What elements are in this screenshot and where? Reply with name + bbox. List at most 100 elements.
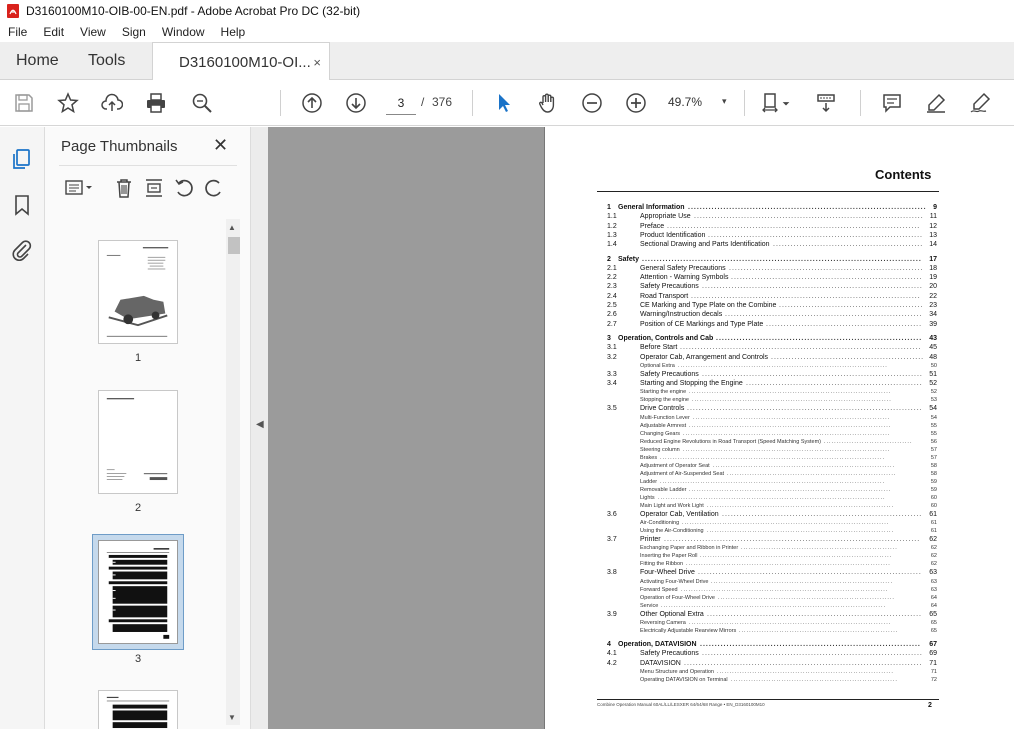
tab-home[interactable]: Home [16, 42, 59, 80]
toc-entry-page: 20 [929, 283, 937, 291]
toc-entry[interactable]: 2.7 Position of CE Markings and Type Plat… [607, 320, 937, 329]
page-fit-chevron-icon[interactable] [780, 91, 792, 115]
title-bar: D3160100M10-OIB-00-EN.pdf - Adobe Acroba… [0, 0, 1014, 22]
select-cursor-icon[interactable] [492, 91, 516, 115]
toc-leader-dots: ........................................… [684, 659, 923, 667]
document-viewport[interactable]: Contents 1 General Information...........… [268, 127, 1014, 729]
menu-view[interactable]: View [72, 25, 114, 39]
bookmark-icon[interactable] [10, 193, 34, 217]
panel-close-button[interactable]: ✕ [213, 135, 228, 156]
toc-entry[interactable]: 2.3 Safety Precautions...................… [607, 282, 937, 291]
toc-entry-title: Operator Cab, Arrangement and Controls [640, 353, 769, 361]
toc-entry[interactable]: 2.4 Road Transport.......................… [607, 292, 937, 301]
sign-pen-icon[interactable] [968, 91, 992, 115]
page-thumbnail-2[interactable] [98, 390, 178, 494]
toc-entry[interactable]: 3.5 Drive Controls.......................… [607, 404, 937, 413]
page-thumbnails-icon[interactable] [10, 147, 34, 171]
toc-entry[interactable]: 4 Operation, DATAVISION..................… [607, 640, 937, 649]
thumbnail-preview-contents [106, 548, 170, 639]
toc-leader-dots: ........................................… [691, 292, 921, 300]
toc-entry-number: 4 [607, 640, 611, 648]
previous-page-icon[interactable] [300, 91, 324, 115]
toc-entry[interactable]: 2.1 General Safety Precautions...........… [607, 264, 937, 273]
toc-entry-page: 23 [929, 302, 937, 309]
toc-entry[interactable]: 3.8 Four-Wheel Drive.....................… [607, 568, 937, 577]
toc-leader-dots: ........................................… [700, 640, 921, 648]
toc-entry[interactable]: 1 General Information....................… [607, 203, 937, 212]
tab-document[interactable]: D3160100M10-OI... × [152, 42, 330, 81]
toc-entry[interactable]: Electrically Adjustable Rearview Mirrors… [607, 627, 937, 636]
tab-tools[interactable]: Tools [88, 42, 125, 80]
bookmark-star-icon[interactable] [56, 91, 80, 115]
tab-close-button[interactable]: × [313, 55, 321, 70]
toc-entry[interactable]: 3.7 Printer..............................… [607, 535, 937, 544]
options-menu-icon[interactable] [59, 176, 99, 200]
toc-entry[interactable]: 2.2 Attention - Warning Symbols..........… [607, 273, 937, 282]
toc-entry-page: 39 [929, 320, 937, 328]
toc-entry-number: 2.3 [607, 283, 617, 291]
toc-entry[interactable]: 1.3 Product Identification...............… [607, 231, 937, 240]
delete-trash-icon[interactable] [109, 176, 139, 200]
rotate-clockwise-icon[interactable] [199, 176, 229, 200]
zoom-out-icon[interactable] [580, 91, 604, 115]
comment-icon[interactable] [880, 91, 904, 115]
toc-entry[interactable]: 1.2 Preface..............................… [607, 222, 937, 231]
toc-entry-title: General Safety Precautions [640, 264, 726, 272]
highlight-pen-icon[interactable] [924, 91, 948, 115]
toc-entry-number: 4.1 [607, 650, 617, 658]
toc-entry[interactable]: 3.4 Starting and Stopping the Engine.....… [607, 379, 937, 388]
page-thumbnail-1[interactable] [98, 240, 178, 344]
menu-help[interactable]: Help [213, 25, 254, 39]
toc-entry[interactable]: 1.1 Appropriate Use......................… [607, 212, 937, 221]
toc-entry[interactable]: 1.4 Sectional Drawing and Parts Identific… [607, 240, 937, 249]
page-number-input[interactable]: 3 [386, 91, 416, 115]
menu-edit[interactable]: Edit [35, 25, 72, 39]
toc-leader-dots: ........................................… [680, 344, 922, 352]
toc-leader-dots: ........................................… [779, 302, 924, 309]
toc-entry[interactable]: 2.5 CE Marking and Type Plate on the Comb… [607, 301, 937, 310]
insert-page-icon[interactable] [139, 176, 169, 200]
save-icon[interactable] [12, 91, 36, 115]
toc-entry[interactable]: 3.9 Other Optional Extra.................… [607, 610, 937, 619]
toc-entry[interactable]: 3.1 Before Start.........................… [607, 343, 937, 352]
page-thumbnail-3-selected[interactable] [92, 534, 184, 650]
thumbnail-scrollbar[interactable] [226, 219, 240, 725]
scrollbar-thumb[interactable] [228, 237, 240, 254]
toc-entry-page: 34 [929, 311, 937, 319]
toc-leader-dots: ........................................… [694, 213, 924, 221]
toc-entry-number: 2.5 [607, 302, 617, 309]
toc-entry[interactable]: 3 Operation, Controls and Cab............… [607, 334, 937, 343]
toc-entry[interactable]: 2.6 Warning/Instruction decals...........… [607, 310, 937, 319]
hand-tool-icon[interactable] [536, 91, 560, 115]
toc-entry-page: 43 [929, 334, 937, 342]
toc-entry[interactable]: 4.2 DATAVISION...........................… [607, 659, 937, 668]
scroll-mode-icon[interactable] [814, 91, 838, 115]
panel-collapse-strip[interactable]: ◀ [250, 127, 268, 729]
menu-file[interactable]: File [0, 25, 35, 39]
scroll-down-icon[interactable]: ▼ [228, 713, 236, 722]
attachment-paperclip-icon[interactable] [10, 239, 34, 263]
toc-entry[interactable]: 3.3 Safety Precautions...................… [607, 370, 937, 379]
toc-entry[interactable]: 3.2 Operator Cab, Arrangement and Control… [607, 353, 937, 362]
rotate-counterclockwise-icon[interactable] [169, 176, 199, 200]
cloud-upload-icon[interactable] [100, 91, 124, 115]
toc-entry[interactable]: 2 Safety.................................… [607, 255, 937, 264]
zoom-in-icon[interactable] [624, 91, 648, 115]
page-thumbnail-4[interactable] [98, 690, 178, 729]
toc-leader-dots: ........................................… [642, 255, 922, 263]
menu-window[interactable]: Window [154, 25, 213, 39]
next-page-icon[interactable] [344, 91, 368, 115]
toc-entry[interactable]: 4.1 Safety Precautions...................… [607, 649, 937, 658]
zoom-level-value[interactable]: 49.7% [668, 95, 702, 109]
toc-entry[interactable]: 3.6 Operator Cab, Ventilation............… [607, 510, 937, 519]
zoom-search-icon[interactable] [190, 91, 214, 115]
zoom-dropdown-chevron-icon[interactable]: ▾ [722, 96, 727, 107]
toc-entry-number: 1.3 [607, 231, 617, 239]
print-icon[interactable] [144, 91, 168, 115]
tab-document-label: D3160100M10-OI... [179, 53, 311, 71]
collapse-arrow-icon[interactable]: ◀ [256, 419, 264, 430]
toc-entry[interactable]: Operating DATAVISION on Terminal........… [607, 676, 937, 685]
scroll-up-icon[interactable]: ▲ [228, 223, 236, 232]
toc-entry-title: CE Marking and Type Plate on the Combine [640, 302, 777, 309]
menu-sign[interactable]: Sign [114, 25, 154, 39]
